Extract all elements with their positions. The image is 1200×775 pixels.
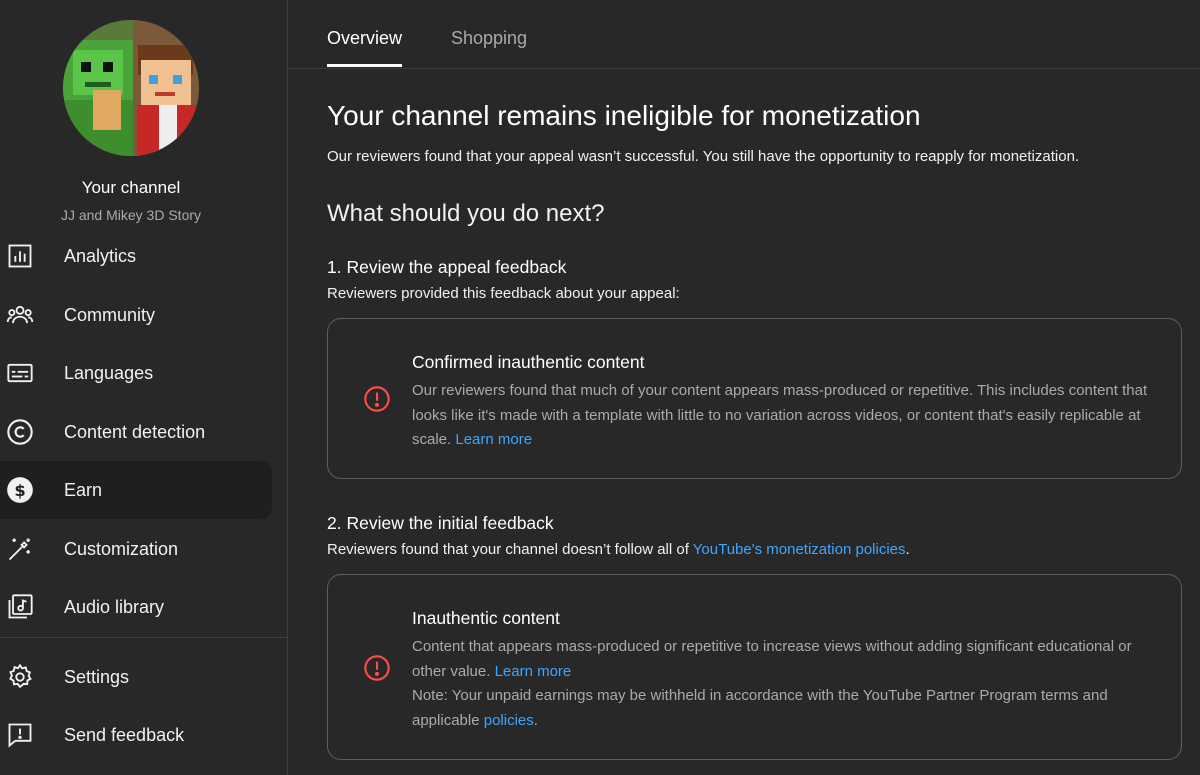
step2-description-suffix: . — [905, 541, 910, 558]
sidebar-item-send-feedback[interactable]: Send feedback — [0, 706, 272, 764]
channel-name: JJ and Mikey 3D Story — [60, 207, 202, 223]
svg-text:$: $ — [14, 481, 25, 500]
sidebar-item-content-detection[interactable]: Content detection — [0, 403, 272, 461]
tab-bar: Overview Shopping — [288, 0, 1200, 69]
sidebar-item-label: Audio library — [64, 596, 165, 617]
sidebar-item-languages[interactable]: Languages — [0, 344, 272, 402]
error-icon — [363, 654, 391, 682]
sidebar: Your channel JJ and Mikey 3D Story Analy… — [0, 0, 288, 775]
card-note-suffix: . — [533, 711, 538, 729]
page-title: Your channel remains ineligible for mone… — [327, 100, 921, 131]
channel-title: Your channel — [81, 178, 181, 197]
sidebar-item-customization[interactable]: Customization — [0, 520, 272, 578]
sidebar-item-settings[interactable]: Settings — [0, 648, 272, 706]
step2-description-text: Reviewers found that your channel doesn’… — [327, 541, 693, 558]
sidebar-item-label: Languages — [64, 362, 154, 383]
sidebar-item-label: Send feedback — [64, 724, 185, 745]
studio-app: Your channel JJ and Mikey 3D Story Analy… — [0, 0, 1200, 775]
error-icon — [363, 385, 391, 413]
tab-overview[interactable]: Overview — [327, 28, 402, 49]
card-title: Inauthentic content — [412, 608, 560, 628]
community-icon — [6, 301, 34, 329]
sidebar-item-earn[interactable]: $ Earn — [0, 461, 272, 519]
appeal-feedback-card: Confirmed inauthentic content Our review… — [327, 318, 1182, 479]
sidebar-item-label: Content detection — [64, 421, 206, 442]
active-tab-indicator — [327, 64, 402, 67]
channel-avatar[interactable] — [63, 20, 199, 156]
magic-wand-icon — [6, 535, 34, 563]
sidebar-item-analytics[interactable]: Analytics — [0, 227, 272, 285]
step2-heading: 2. Review the initial feedback — [327, 513, 554, 533]
card-body: Content that appears mass-produced or re… — [412, 635, 1162, 733]
initial-feedback-card: Inauthentic content Content that appears… — [327, 574, 1182, 760]
languages-icon — [6, 359, 34, 387]
next-steps-heading: What should you do next? — [327, 200, 605, 227]
policies-link[interactable]: policies — [484, 712, 534, 729]
learn-more-link[interactable]: Learn more — [455, 431, 532, 448]
card-title: Confirmed inauthentic content — [412, 352, 645, 372]
audio-library-icon — [6, 593, 34, 621]
sidebar-item-label: Settings — [64, 666, 130, 687]
tab-shopping[interactable]: Shopping — [451, 28, 527, 49]
sidebar-item-label: Customization — [64, 538, 179, 559]
page-subtitle: Our reviewers found that your appeal was… — [327, 148, 1080, 165]
learn-more-link[interactable]: Learn more — [495, 663, 572, 680]
card-body: Our reviewers found that much of your co… — [412, 379, 1162, 453]
sidebar-item-label: Earn — [64, 479, 103, 500]
feedback-icon — [6, 721, 34, 749]
step1-description: Reviewers provided this feedback about y… — [327, 285, 680, 302]
copyright-icon — [6, 418, 34, 446]
dollar-icon: $ — [6, 476, 34, 504]
monetization-policies-link[interactable]: YouTube's monetization policies — [693, 541, 906, 558]
step2-description: Reviewers found that your channel doesn’… — [327, 541, 910, 558]
step1-heading: 1. Review the appeal feedback — [327, 257, 567, 277]
sidebar-item-label: Analytics — [64, 245, 137, 266]
analytics-icon — [6, 242, 34, 270]
gear-icon — [6, 663, 34, 691]
sidebar-item-label: Community — [64, 304, 156, 325]
sidebar-item-community[interactable]: Community — [0, 286, 272, 344]
sidebar-item-audio-library[interactable]: Audio library — [0, 578, 272, 636]
sidebar-divider — [0, 637, 287, 638]
